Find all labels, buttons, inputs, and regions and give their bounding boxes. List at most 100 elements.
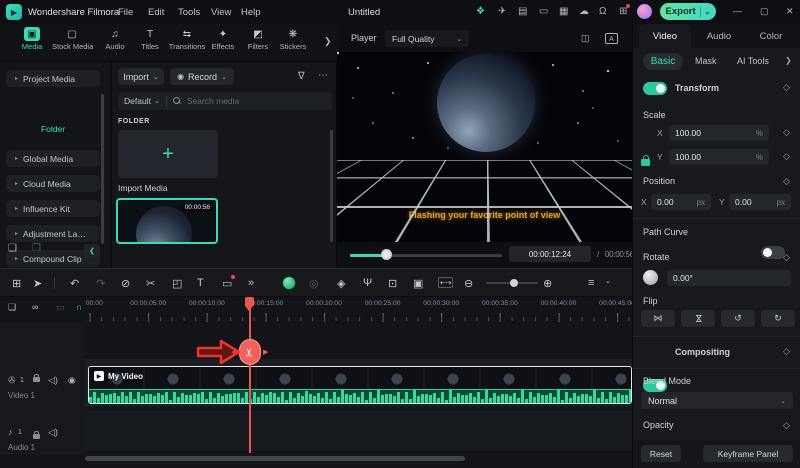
user-avatar[interactable] bbox=[637, 4, 652, 19]
menu-edit[interactable]: Edit bbox=[148, 7, 164, 18]
mask-tool-icon[interactable]: ▭ bbox=[222, 277, 232, 290]
search-input[interactable] bbox=[187, 96, 307, 106]
timeline-clip-my-video[interactable]: ▶ My Video bbox=[88, 366, 632, 404]
flip-horizontal-button[interactable]: ⋈ bbox=[641, 310, 675, 327]
playhead-line[interactable] bbox=[249, 299, 251, 453]
blend-mode-select[interactable]: Normal ⌄ bbox=[641, 392, 793, 409]
tab-stickers[interactable]: ❋ Stickers bbox=[273, 27, 313, 51]
apps-grid-icon[interactable]: ⊞ bbox=[619, 6, 627, 17]
tab-titles[interactable]: T Titles bbox=[130, 27, 170, 51]
subtab-basic[interactable]: Basic bbox=[643, 53, 683, 70]
playhead-handle[interactable] bbox=[245, 297, 254, 306]
sidebar-item-influence-kit[interactable]: ▸ Influence Kit bbox=[6, 200, 100, 217]
subtab-ai-tools[interactable]: AI Tools bbox=[737, 56, 769, 66]
display-mode-icon[interactable]: ◫ bbox=[581, 33, 590, 44]
chevron-down-icon[interactable]: ⌄ bbox=[605, 277, 611, 285]
flip-vertical-button[interactable]: ⋈ bbox=[681, 310, 715, 327]
tab-transitions[interactable]: ⇆ Transitions bbox=[167, 27, 207, 51]
delete-icon[interactable]: ⊘ bbox=[121, 277, 130, 290]
lock-track-icon[interactable] bbox=[33, 434, 40, 439]
rotate-left-button[interactable]: ↺ bbox=[721, 310, 755, 327]
timeline-horizontal-scrollbar[interactable] bbox=[85, 456, 465, 461]
scale-y-field[interactable]: 100.00 % bbox=[669, 149, 769, 165]
manage-tracks-icon[interactable]: ⊞ bbox=[12, 277, 21, 290]
keyframe-panel-button[interactable]: Keyframe Panel bbox=[703, 445, 793, 462]
tab-video[interactable]: Video bbox=[639, 24, 691, 48]
import-button[interactable]: Import ⌄ bbox=[118, 68, 164, 85]
zoom-out-icon[interactable]: ⊖ bbox=[464, 277, 473, 290]
new-folder-icon[interactable]: ❏ bbox=[8, 243, 17, 254]
redo-icon[interactable]: ↷ bbox=[96, 277, 105, 290]
maximize-button[interactable]: ▢ bbox=[760, 6, 769, 17]
ripple-edit-icon[interactable]: ▭ bbox=[56, 302, 65, 313]
rotate-keyframe-icon[interactable]: ◇ bbox=[783, 252, 790, 263]
undo-icon[interactable]: ↶ bbox=[70, 277, 79, 290]
link-icon[interactable]: ∞ bbox=[32, 302, 38, 312]
timeline-ruler[interactable]: 00:00:0000:00:05:0000:00:10:0000:00:15:0… bbox=[85, 297, 632, 323]
sidebar-scrollbar[interactable] bbox=[101, 94, 104, 244]
layout-icon[interactable]: ▤ bbox=[518, 6, 527, 17]
reset-button[interactable]: Reset bbox=[641, 445, 681, 462]
scale-y-keyframe-icon[interactable]: ◇ bbox=[783, 151, 790, 162]
position-y-field[interactable]: 0.00 px bbox=[729, 194, 791, 210]
position-keyframe-icon[interactable]: ◇ bbox=[783, 176, 790, 187]
tab-color[interactable]: Color bbox=[745, 24, 797, 48]
current-timecode[interactable]: 00:00:12:24 bbox=[509, 246, 591, 262]
sort-dropdown[interactable]: Default ⌄ bbox=[124, 96, 160, 106]
tab-stock-media[interactable]: ▢ Stock Media bbox=[52, 27, 92, 51]
compositing-keyframe-icon[interactable]: ◇ bbox=[783, 346, 790, 357]
device-icon[interactable]: ▭ bbox=[539, 6, 548, 17]
quality-dropdown[interactable]: Full Quality ⌄ bbox=[385, 30, 469, 47]
minimize-button[interactable]: — bbox=[733, 6, 742, 16]
expand-arrow-icon[interactable]: ▸ bbox=[15, 155, 18, 162]
track-height-icon[interactable]: ≡ bbox=[588, 277, 594, 289]
filter-icon[interactable]: ∇ bbox=[298, 71, 305, 82]
menu-help[interactable]: Help bbox=[241, 7, 261, 18]
record-button[interactable]: ◉ Record ⌄ bbox=[170, 68, 234, 85]
expand-arrow-icon[interactable]: ▸ bbox=[15, 255, 18, 262]
mute-track-icon[interactable]: ◁) bbox=[48, 375, 58, 386]
tabs-overflow-chevron-icon[interactable]: ❯ bbox=[324, 36, 332, 47]
voiceover-mic-icon[interactable]: Ψ bbox=[363, 277, 372, 289]
crop-icon[interactable]: ◰ bbox=[172, 277, 182, 290]
video-preview[interactable]: Flashing your favorite point of view bbox=[337, 52, 632, 242]
scale-x-keyframe-icon[interactable]: ◇ bbox=[783, 127, 790, 138]
tab-effects[interactable]: ✦ Effects bbox=[203, 27, 243, 51]
zoom-slider-handle[interactable] bbox=[510, 279, 518, 287]
menu-view[interactable]: View bbox=[211, 7, 231, 18]
expand-arrow-icon[interactable]: ▸ bbox=[15, 180, 18, 187]
split-icon[interactable]: ✂ bbox=[146, 277, 155, 290]
collapse-sidebar-button[interactable]: ❮ bbox=[84, 244, 100, 258]
rotate-field[interactable]: 0.00° bbox=[667, 270, 791, 286]
render-preview-icon[interactable]: ▣ bbox=[413, 277, 423, 290]
share-icon[interactable]: ✈ bbox=[498, 6, 506, 17]
sidebar-item-adjustment-layer[interactable]: ▸ Adjustment La… bbox=[6, 225, 100, 242]
subtabs-more-chevron-icon[interactable]: ❯ bbox=[785, 56, 792, 65]
expand-arrow-icon[interactable]: ▸ bbox=[15, 205, 18, 212]
rotate-dial[interactable] bbox=[643, 270, 658, 285]
render-quality-icon[interactable]: A bbox=[605, 33, 618, 44]
audio-track-lane[interactable] bbox=[85, 411, 632, 451]
position-x-field[interactable]: 0.00 px bbox=[651, 194, 711, 210]
snap-magnet-icon[interactable]: ∩ bbox=[76, 302, 82, 312]
zoom-in-icon[interactable]: ⊕ bbox=[543, 277, 552, 290]
more-tools-icon[interactable]: » bbox=[248, 277, 254, 289]
tab-audio-props[interactable]: Audio bbox=[693, 24, 745, 48]
menu-file[interactable]: File bbox=[118, 7, 133, 18]
scale-link-lock-icon[interactable] bbox=[641, 159, 650, 166]
hide-track-eye-icon[interactable]: ◉ bbox=[68, 375, 76, 386]
gift-icon[interactable]: ❖ bbox=[476, 6, 485, 17]
text-tool-icon[interactable]: T bbox=[197, 277, 204, 289]
marker-range-icon[interactable]: ⟷ bbox=[438, 277, 453, 288]
duplicate-icon[interactable]: ❏ bbox=[8, 302, 16, 313]
media-clip-thumbnail[interactable]: 00:00:56 bbox=[116, 198, 218, 244]
quick-split-scissors-button[interactable]: ✂ bbox=[239, 339, 261, 365]
delete-folder-icon[interactable]: ❐ bbox=[32, 243, 41, 254]
mute-track-icon[interactable]: ◁) bbox=[48, 427, 58, 438]
rotate-right-button[interactable]: ↻ bbox=[761, 310, 795, 327]
export-chevron-icon[interactable]: ⌄ bbox=[705, 8, 711, 16]
subtab-mask[interactable]: Mask bbox=[695, 56, 717, 66]
transform-toggle[interactable] bbox=[643, 82, 667, 95]
expand-arrow-icon[interactable]: ▸ bbox=[15, 75, 18, 82]
expand-arrow-icon[interactable]: ▸ bbox=[15, 230, 18, 237]
